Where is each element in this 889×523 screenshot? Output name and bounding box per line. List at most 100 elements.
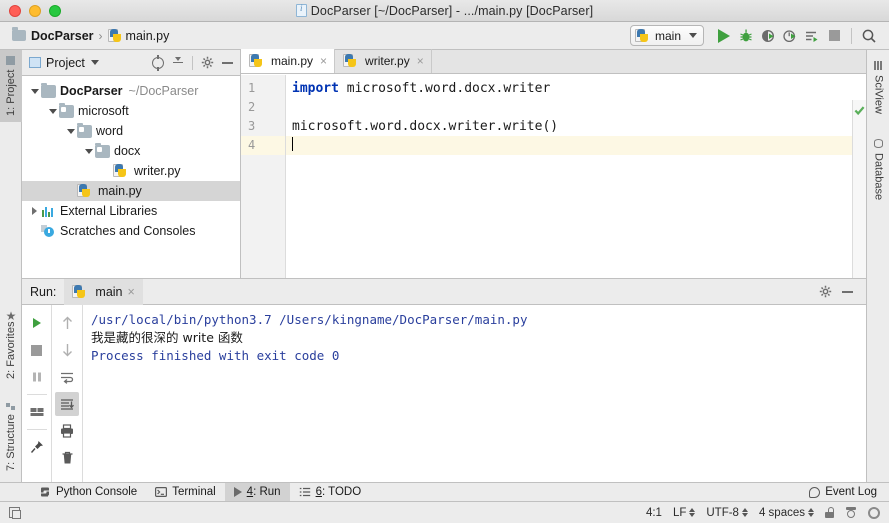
stop-process-button[interactable]: [25, 338, 49, 362]
soft-wrap-button[interactable]: [55, 365, 79, 389]
debug-button[interactable]: [735, 25, 757, 47]
sidebar-item-sciview[interactable]: SciView: [867, 54, 889, 120]
clear-all-button[interactable]: [55, 446, 79, 470]
sidebar-item-structure[interactable]: 7: Structure: [0, 390, 22, 482]
tree-node-label: word: [96, 124, 124, 138]
chevron-down-icon[interactable]: [90, 60, 99, 65]
status-bar-right: 4:1 LF UTF-8 4 spaces: [646, 506, 880, 519]
source-folder-icon: [95, 142, 110, 158]
chevron-down-icon[interactable]: [28, 88, 41, 94]
print-button[interactable]: [55, 419, 79, 443]
breadcrumb-separator: ›: [98, 28, 103, 43]
breadcrumb-item-project[interactable]: DocParser: [12, 27, 94, 43]
chevron-down-icon[interactable]: [46, 108, 59, 114]
panel-divider: [192, 55, 193, 70]
bottom-tab-todo[interactable]: 6: TODO: [290, 483, 371, 502]
bottom-tab-run[interactable]: 4: Run: [224, 482, 290, 502]
editor-tab-writer-py[interactable]: writer.py ×: [335, 49, 432, 73]
select-opened-file-button[interactable]: [149, 54, 167, 72]
incognito-icon[interactable]: [845, 506, 857, 519]
python-file-icon: [343, 54, 357, 68]
external-libraries-icon: [41, 205, 56, 218]
no-errors-check-icon: [854, 106, 865, 116]
bottom-tab-python-console[interactable]: Python Console: [30, 483, 146, 502]
sidebar-item-database[interactable]: Database: [867, 132, 889, 208]
rerun-button[interactable]: [25, 311, 49, 335]
run-with-coverage-button[interactable]: [757, 25, 779, 47]
sidebar-item-structure-label: 7: Structure: [5, 414, 17, 471]
console-line: 我是藏的很深的 write 函数: [91, 330, 243, 345]
caret-position[interactable]: 4:1: [646, 507, 662, 519]
down-stack-trace-button[interactable]: [55, 338, 79, 362]
show-tool-windows-button[interactable]: [9, 507, 21, 519]
code-text-area[interactable]: import microsoft.word.docx.writer micros…: [286, 75, 866, 278]
editor-tab-main-py[interactable]: main.py ×: [241, 49, 336, 73]
run-console-output[interactable]: /usr/local/bin/python3.7 /Users/kingname…: [83, 305, 866, 489]
restore-layout-button[interactable]: [25, 400, 49, 424]
encoding-selector[interactable]: UTF-8: [706, 507, 748, 519]
run-panel-tab-main[interactable]: main ×: [64, 278, 143, 305]
scroll-to-end-button[interactable]: [55, 392, 79, 416]
structure-icon: [7, 401, 16, 410]
hide-panel-button[interactable]: [218, 54, 236, 72]
python-icon: [635, 28, 649, 43]
pin-tab-button[interactable]: [25, 435, 49, 459]
bottom-tab-label: Terminal: [172, 486, 216, 498]
pause-output-button[interactable]: [25, 365, 49, 389]
sidebar-item-project[interactable]: 1: Project: [0, 50, 22, 122]
toolbar-divider: [26, 394, 47, 395]
run-button[interactable]: [713, 25, 735, 47]
close-icon[interactable]: ×: [417, 54, 424, 68]
bottom-tab-terminal[interactable]: Terminal: [146, 483, 224, 502]
line-number: 3: [248, 119, 256, 133]
panel-settings-button[interactable]: [198, 54, 216, 72]
inspection-gutter[interactable]: [852, 100, 866, 303]
todo-list-icon: [299, 487, 310, 497]
window-title: DocParser [~/DocParser] - .../main.py [D…: [0, 3, 889, 18]
up-stack-trace-button[interactable]: [55, 311, 79, 335]
chevron-down-icon[interactable]: [82, 148, 95, 154]
chevron-right-icon[interactable]: [28, 207, 41, 215]
tree-node-word[interactable]: word: [22, 121, 240, 141]
code-line-1: import microsoft.word.docx.writer: [286, 79, 866, 98]
indent-selector[interactable]: 4 spaces: [759, 507, 814, 519]
tree-node-microsoft[interactable]: microsoft: [22, 101, 240, 121]
tree-node-main-py[interactable]: main.py: [22, 181, 240, 201]
event-log-button[interactable]: Event Log: [809, 486, 877, 498]
bottom-tab-label: Python Console: [56, 486, 138, 498]
close-icon[interactable]: ×: [320, 54, 327, 68]
profile-button[interactable]: [779, 25, 801, 47]
database-icon: [874, 139, 883, 149]
editor-tab-bar: main.py × writer.py ×: [241, 49, 866, 74]
tree-node-scratches[interactable]: Scratches and Consoles: [22, 221, 240, 241]
close-icon[interactable]: ×: [128, 285, 135, 299]
run-panel-hide-button[interactable]: [838, 283, 856, 301]
text-caret: [292, 137, 293, 151]
run-with-console-button[interactable]: [801, 25, 823, 47]
stop-button[interactable]: [823, 25, 845, 47]
python-icon: [72, 284, 86, 299]
tree-node-docx[interactable]: docx: [22, 141, 240, 161]
line-number: 2: [248, 100, 256, 114]
tree-node-docparser[interactable]: DocParser ~/DocParser: [22, 81, 240, 101]
tree-node-external-libraries[interactable]: External Libraries: [22, 201, 240, 221]
run-configuration-selector[interactable]: main: [630, 25, 704, 46]
search-everywhere-button[interactable]: [858, 25, 880, 47]
up-down-arrows-icon: [808, 508, 814, 517]
project-folder-icon: [12, 27, 26, 41]
line-separator-selector[interactable]: LF: [673, 507, 696, 519]
editor-gutter[interactable]: 1 2 3 4: [241, 75, 286, 278]
unlocked-icon[interactable]: [825, 507, 834, 518]
run-panel-settings-button[interactable]: [816, 283, 834, 301]
keyword-token: import: [292, 81, 339, 96]
chevron-down-icon[interactable]: [64, 128, 77, 134]
breadcrumb-item-file[interactable]: main.py: [107, 28, 169, 43]
collapse-all-button[interactable]: [169, 54, 187, 72]
sidebar-item-favorites[interactable]: 2: Favorites ★: [0, 300, 22, 388]
tree-node-writer-py[interactable]: writer.py: [22, 161, 240, 181]
editor-tab-label: main.py: [271, 54, 314, 68]
help-gear-icon[interactable]: [868, 506, 880, 519]
tree-node-label: microsoft: [78, 104, 129, 118]
python-file-icon: [113, 164, 127, 178]
